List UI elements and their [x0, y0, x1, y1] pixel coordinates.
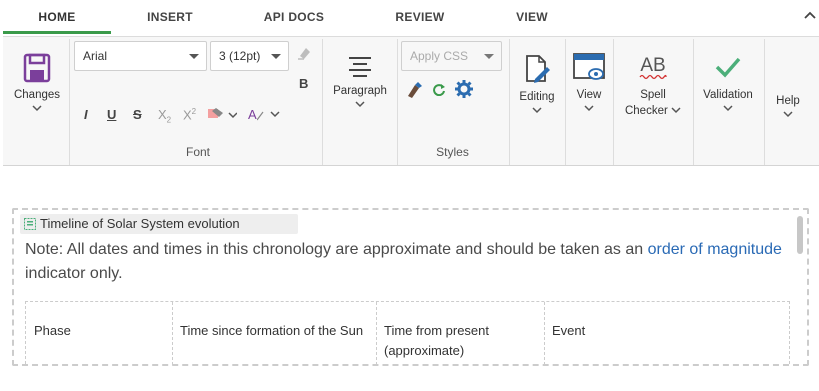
- chronology-note: Note: All dates and times in this chrono…: [25, 238, 785, 286]
- ribbon-toolbar: Changes Arial 3 (12pt) B I U S X2 X2 A F…: [3, 36, 819, 166]
- spell-checker-label-line1: Spell: [640, 89, 666, 101]
- tab-view[interactable]: VIEW: [482, 0, 582, 34]
- widget-title: Timeline of Solar System evolution: [40, 216, 240, 231]
- font-size-value: 3 (12pt): [219, 49, 261, 63]
- help-label: Help: [776, 95, 800, 107]
- chevron-down-icon: [532, 107, 542, 114]
- chevron-down-icon: [723, 105, 733, 112]
- separator: [693, 39, 694, 165]
- validation-button[interactable]: Validation: [696, 47, 760, 112]
- view-label: View: [576, 89, 602, 101]
- chevron-down-icon: [783, 111, 793, 118]
- widget-title-tag[interactable]: Timeline of Solar System evolution: [20, 214, 298, 234]
- table-header-cell: Time from present (approximate): [384, 323, 489, 358]
- subscript-two: 2: [166, 115, 172, 125]
- separator: [613, 39, 614, 165]
- chevron-down-icon: [355, 101, 365, 108]
- apply-css-select[interactable]: Apply CSS: [401, 41, 502, 71]
- dropdown-arrow-icon: [271, 54, 281, 59]
- spell-icon-text: AB: [640, 55, 665, 76]
- separator: [565, 39, 566, 165]
- dropdown-arrow-icon: [189, 54, 199, 59]
- tab-api-docs[interactable]: API DOCS: [244, 0, 344, 34]
- tab-review[interactable]: REVIEW: [370, 0, 470, 34]
- editing-button[interactable]: Editing: [513, 47, 561, 114]
- strikethrough-button[interactable]: S: [133, 107, 142, 122]
- chevron-down-icon: [584, 105, 594, 112]
- spell-checker-label-line2: Checker: [624, 105, 668, 117]
- superscript-two: 2: [191, 107, 197, 116]
- separator: [397, 39, 398, 165]
- collapse-ribbon-icon[interactable]: [803, 8, 817, 22]
- italic-button[interactable]: I: [84, 107, 88, 122]
- spell-checker-button[interactable]: AB Spell Checker: [617, 47, 689, 119]
- tab-insert[interactable]: INSERT: [120, 0, 220, 34]
- validation-label: Validation: [703, 89, 753, 101]
- edit-document-icon: [526, 55, 550, 83]
- changes-label: Changes: [13, 89, 61, 101]
- checkmark-icon: [715, 57, 741, 78]
- tab-home[interactable]: HOME: [3, 0, 111, 34]
- font-color-button[interactable]: A: [248, 107, 257, 122]
- order-of-magnitude-link[interactable]: order of magnitude: [648, 241, 782, 258]
- clear-formatting-icon[interactable]: [296, 45, 312, 61]
- font-family-value: Arial: [83, 49, 108, 63]
- separator: [322, 39, 323, 165]
- scrollbar[interactable]: [797, 216, 803, 254]
- refresh-icon[interactable]: [432, 82, 446, 96]
- content-block[interactable]: Timeline of Solar System evolution Note:…: [12, 208, 809, 366]
- note-prefix: Note: All dates and times in this chrono…: [25, 241, 648, 258]
- chevron-down-icon: [32, 105, 42, 112]
- bold-button[interactable]: B: [299, 76, 308, 91]
- font-family-select[interactable]: Arial: [74, 41, 207, 71]
- view-window-icon: [573, 53, 605, 80]
- font-size-select[interactable]: 3 (12pt): [210, 41, 289, 71]
- style-brush-icon[interactable]: [405, 81, 423, 99]
- table-header-cell: Event: [552, 323, 586, 338]
- spell-check-icon: AB: [639, 55, 667, 80]
- editor-top-bar: [0, 166, 819, 196]
- timeline-table: Phase Time since formation of the Sun Ti…: [25, 301, 790, 365]
- chevron-down-icon: [671, 107, 681, 114]
- help-button[interactable]: Help: [767, 47, 809, 118]
- superscript-button[interactable]: X2: [183, 107, 196, 122]
- separator: [69, 39, 70, 165]
- editor-area[interactable]: Timeline of Solar System evolution Note:…: [0, 196, 819, 391]
- dropdown-arrow-icon: [484, 54, 494, 59]
- widget-icon: [24, 218, 36, 230]
- highlight-color-icon[interactable]: [207, 107, 237, 123]
- note-suffix: indicator only.: [25, 265, 123, 282]
- align-center-icon: [349, 57, 371, 77]
- help-icon-spacer: [767, 47, 809, 89]
- subscript-button[interactable]: X2: [158, 107, 171, 125]
- paragraph-label: Paragraph: [333, 85, 387, 97]
- separator: [764, 39, 765, 165]
- font-group-label: Font: [185, 145, 210, 159]
- styles-group-label: Styles: [436, 145, 469, 159]
- underline-button[interactable]: U: [107, 107, 116, 122]
- table-header-cell: Phase: [34, 323, 71, 338]
- ribbon-tabs: HOME INSERT API DOCS REVIEW VIEW: [0, 0, 819, 36]
- separator: [509, 39, 510, 165]
- table-header-cell: Time since formation of the Sun: [180, 323, 364, 338]
- font-color-a: A: [248, 107, 257, 122]
- view-button[interactable]: View: [569, 47, 609, 112]
- chevron-down-icon[interactable]: [257, 109, 281, 121]
- apply-css-placeholder: Apply CSS: [410, 49, 469, 63]
- paragraph-button[interactable]: Paragraph: [328, 47, 392, 108]
- changes-button[interactable]: Changes: [9, 47, 65, 112]
- editing-label: Editing: [519, 91, 555, 103]
- subscript-x: X: [158, 107, 167, 122]
- save-icon: [23, 53, 51, 83]
- gear-icon[interactable]: [455, 80, 473, 98]
- superscript-x: X: [183, 107, 192, 123]
